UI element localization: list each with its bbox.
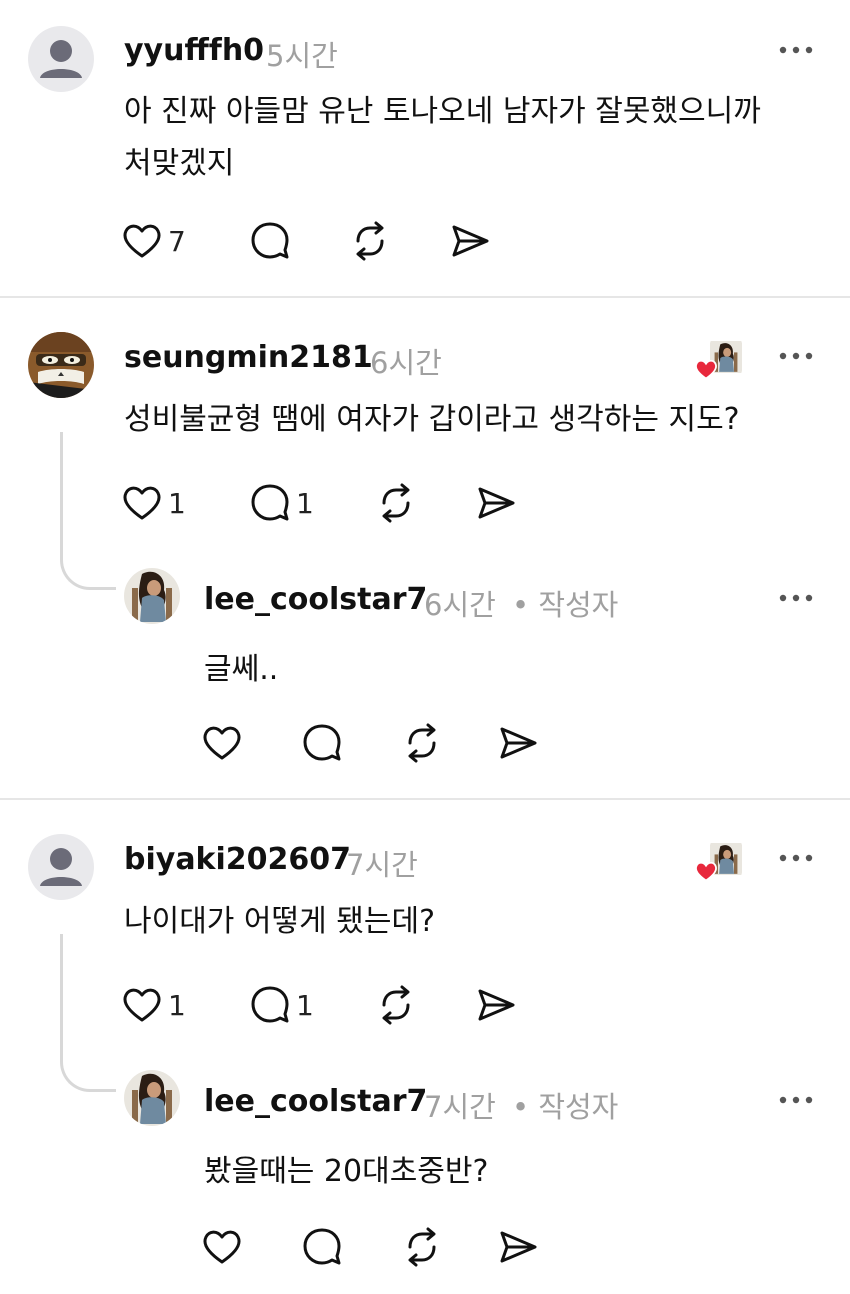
send-icon bbox=[474, 481, 518, 525]
comment-text-line: 아 진짜 아들맘 유난 토나오네 남자가 잘못했으니까 bbox=[124, 94, 761, 129]
share-button[interactable] bbox=[496, 1222, 540, 1272]
username[interactable]: yyufffh0 bbox=[124, 33, 264, 68]
like-button[interactable]: 1 bbox=[120, 980, 186, 1030]
liked-by-author-indicator bbox=[692, 840, 748, 892]
more-icon bbox=[778, 588, 814, 608]
comment-text: 봤을때는 20대초중반? bbox=[204, 1154, 489, 1189]
username[interactable]: biyaki202607 bbox=[124, 842, 351, 877]
comment-thread: biyaki202607 7시간 나이대가 어떻게 됐는데? 1 1 lee_c… bbox=[0, 800, 850, 1294]
like-button[interactable]: 7 bbox=[120, 216, 186, 266]
avatar[interactable] bbox=[124, 1070, 180, 1126]
timestamp: 6시간 bbox=[370, 346, 442, 380]
timestamp: 5시간 bbox=[266, 39, 338, 73]
author-avatar-icon bbox=[124, 1070, 180, 1126]
more-options-button[interactable] bbox=[778, 588, 814, 608]
reply-connector-line bbox=[60, 934, 116, 1092]
more-options-button[interactable] bbox=[778, 848, 814, 868]
more-icon bbox=[778, 848, 814, 868]
timestamp: 6시간 bbox=[424, 588, 496, 622]
comment-icon bbox=[248, 983, 292, 1027]
username[interactable]: lee_coolstar7 bbox=[204, 582, 427, 617]
share-button[interactable] bbox=[474, 980, 518, 1030]
more-icon bbox=[778, 346, 814, 366]
comment-text: 나이대가 어떻게 됐는데? bbox=[124, 904, 435, 939]
reply-button[interactable]: 1 bbox=[248, 478, 314, 528]
reply-connector-line bbox=[60, 432, 116, 590]
action-bar bbox=[200, 718, 600, 768]
reply-button[interactable] bbox=[300, 1222, 344, 1272]
timestamp: 7시간 bbox=[346, 848, 418, 882]
share-button[interactable] bbox=[448, 216, 492, 266]
comment-text: 글쎄.. bbox=[204, 652, 279, 687]
like-button[interactable] bbox=[200, 718, 244, 768]
reply-button[interactable]: 1 bbox=[248, 980, 314, 1030]
cartoon-cat-avatar-icon bbox=[28, 332, 94, 398]
repost-button[interactable] bbox=[400, 1222, 444, 1272]
repost-button[interactable] bbox=[348, 216, 392, 266]
comment-icon bbox=[248, 219, 292, 263]
default-person-icon bbox=[28, 834, 94, 900]
send-icon bbox=[474, 983, 518, 1027]
default-person-icon bbox=[28, 26, 94, 92]
author-avatar-icon bbox=[124, 568, 180, 624]
liked-by-author-indicator bbox=[692, 338, 748, 390]
action-bar: 1 1 bbox=[120, 478, 540, 528]
comment-thread: seungmin2181 6시간 성비불균형 땜에 여자가 갑이라고 생각하는 … bbox=[0, 298, 850, 798]
repost-button[interactable] bbox=[400, 718, 444, 768]
more-icon bbox=[778, 1090, 814, 1110]
more-options-button[interactable] bbox=[778, 1090, 814, 1110]
username[interactable]: lee_coolstar7 bbox=[204, 1084, 427, 1119]
action-bar bbox=[200, 1222, 600, 1272]
comment-text: 아 진짜 아들맘 유난 토나오네 남자가 잘못했으니까 처맞겠지 bbox=[124, 86, 834, 190]
comment-text: 성비불균형 땜에 여자가 갑이라고 생각하는 지도? bbox=[124, 402, 740, 437]
like-button[interactable]: 1 bbox=[120, 478, 186, 528]
comment-icon bbox=[300, 1225, 344, 1269]
heart-icon bbox=[200, 1225, 244, 1269]
share-button[interactable] bbox=[496, 718, 540, 768]
red-heart-icon bbox=[695, 359, 717, 380]
reply-count: 1 bbox=[296, 988, 314, 1022]
comment-icon bbox=[300, 721, 344, 765]
repost-icon bbox=[400, 1225, 444, 1269]
share-button[interactable] bbox=[474, 478, 518, 528]
more-options-button[interactable] bbox=[778, 346, 814, 366]
red-heart-icon bbox=[695, 861, 717, 882]
comment-icon bbox=[248, 481, 292, 525]
author-badge: • 작성자 bbox=[512, 1090, 619, 1124]
heart-icon bbox=[120, 219, 164, 263]
author-badge: • 작성자 bbox=[512, 588, 619, 622]
username[interactable]: seungmin2181 bbox=[124, 340, 373, 375]
send-icon bbox=[496, 1225, 540, 1269]
send-icon bbox=[448, 219, 492, 263]
more-options-button[interactable] bbox=[778, 40, 814, 60]
heart-icon bbox=[120, 481, 164, 525]
action-bar: 1 1 bbox=[120, 980, 540, 1030]
like-button[interactable] bbox=[200, 1222, 244, 1272]
timestamp: 7시간 bbox=[424, 1090, 496, 1124]
repost-button[interactable] bbox=[374, 980, 418, 1030]
repost-icon bbox=[374, 481, 418, 525]
action-bar: 7 bbox=[120, 216, 520, 266]
like-count: 7 bbox=[168, 224, 186, 258]
comment-text-line: 처맞겠지 bbox=[124, 146, 235, 181]
heart-icon bbox=[200, 721, 244, 765]
avatar[interactable] bbox=[124, 568, 180, 624]
avatar[interactable] bbox=[28, 26, 94, 92]
heart-icon bbox=[120, 983, 164, 1027]
more-icon bbox=[778, 40, 814, 60]
repost-button[interactable] bbox=[374, 478, 418, 528]
repost-icon bbox=[400, 721, 444, 765]
send-icon bbox=[496, 721, 540, 765]
reply-count: 1 bbox=[296, 486, 314, 520]
avatar[interactable] bbox=[28, 332, 94, 398]
reply-button[interactable] bbox=[248, 216, 292, 266]
avatar[interactable] bbox=[28, 834, 94, 900]
repost-icon bbox=[348, 219, 392, 263]
repost-icon bbox=[374, 983, 418, 1027]
comment-thread: yyufffh0 5시간 아 진짜 아들맘 유난 토나오네 남자가 잘못했으니까… bbox=[0, 0, 850, 296]
like-count: 1 bbox=[168, 988, 186, 1022]
like-count: 1 bbox=[168, 486, 186, 520]
reply-button[interactable] bbox=[300, 718, 344, 768]
